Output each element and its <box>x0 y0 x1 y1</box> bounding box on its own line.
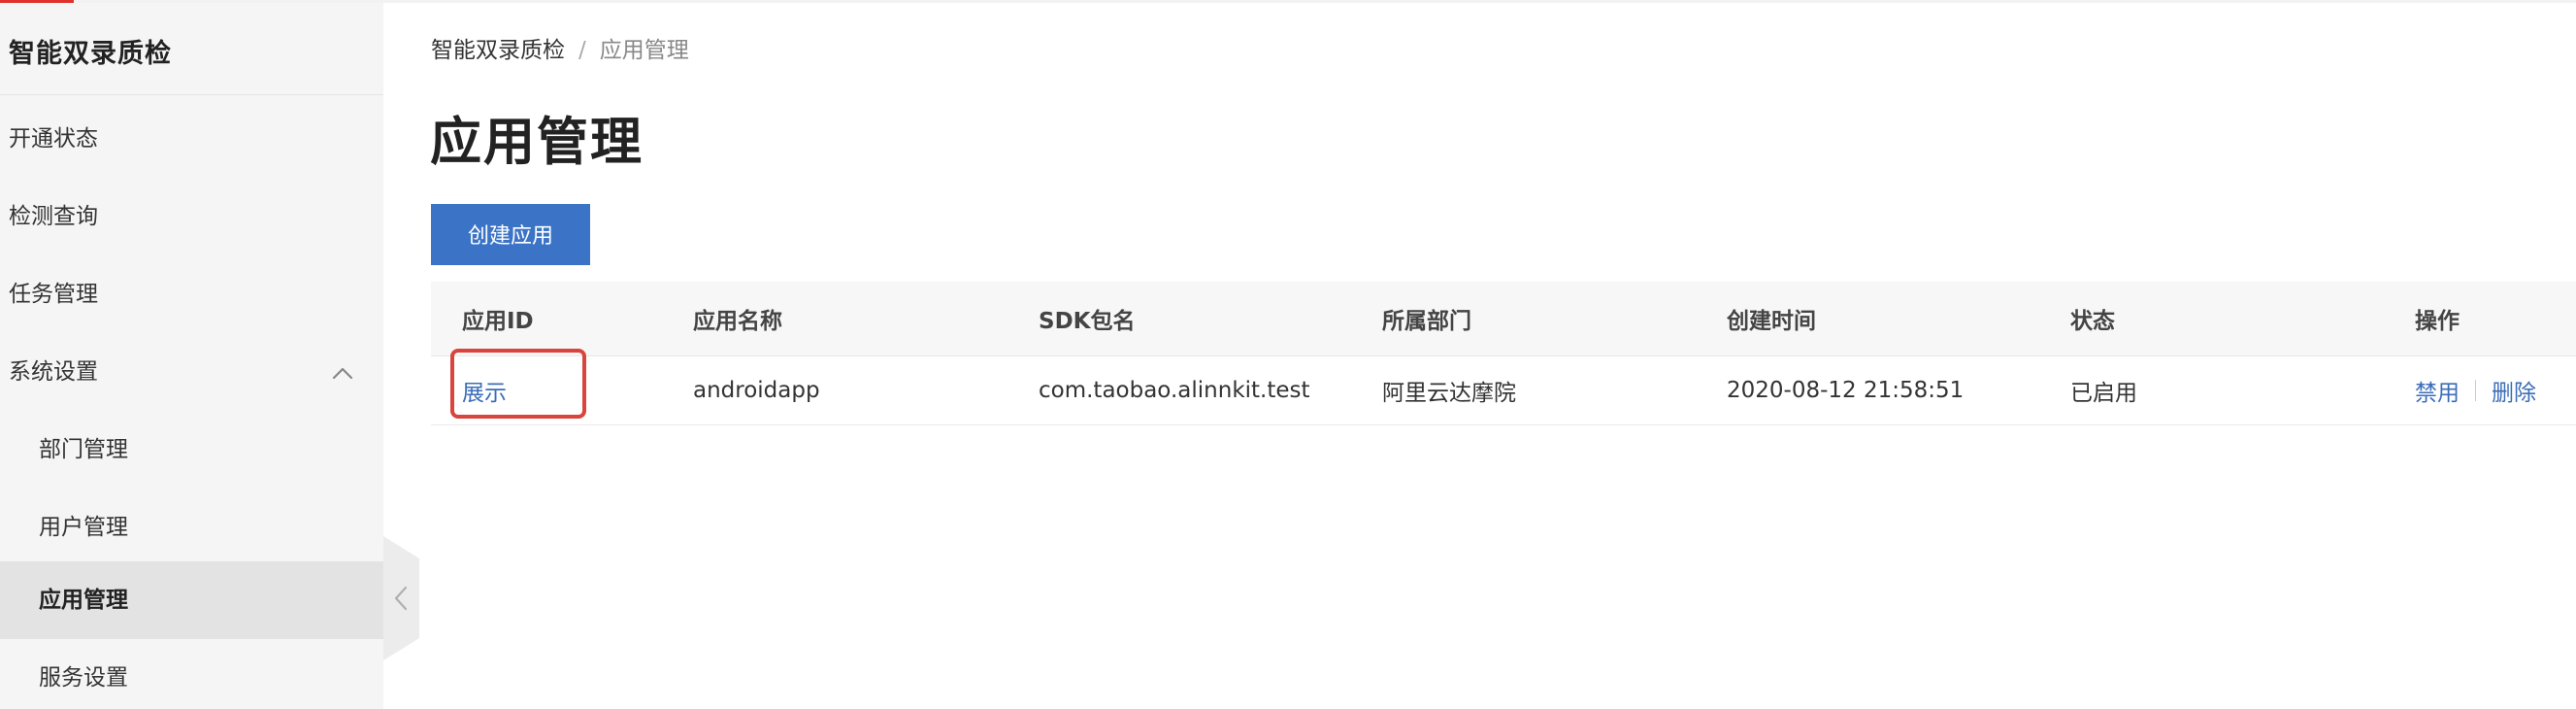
actions-cell: 禁用 删除 <box>2415 356 2536 424</box>
sidebar: 智能双录质检 开通状态 检测查询 任务管理 系统设置 部门管理 用户管理 应用管… <box>0 3 383 709</box>
sidebar-title: 智能双录质检 <box>9 39 172 69</box>
breadcrumb-root[interactable]: 智能双录质检 <box>431 38 565 63</box>
sidebar-item-label: 应用管理 <box>39 588 128 613</box>
sidebar-item-label: 系统设置 <box>9 359 98 385</box>
column-header-sdk-package: SDK包名 <box>1039 309 1136 334</box>
column-header-status: 状态 <box>2070 309 2115 334</box>
disable-link[interactable]: 禁用 <box>2415 374 2460 407</box>
sidebar-item-label: 服务设置 <box>39 665 128 691</box>
sidebar-item-department-management[interactable]: 部门管理 <box>0 411 383 489</box>
column-header-actions: 操作 <box>2415 309 2460 334</box>
chevron-left-icon <box>394 586 408 611</box>
breadcrumb-separator: / <box>578 38 586 63</box>
sidebar-item-user-management[interactable]: 用户管理 <box>0 489 383 566</box>
table-header: 应用ID 应用名称 SDK包名 所属部门 创建时间 状态 操作 <box>431 282 2576 356</box>
status-cell: 已启用 <box>2070 381 2137 406</box>
sidebar-item-label: 检测查询 <box>9 204 98 229</box>
top-divider <box>0 0 2576 3</box>
sidebar-item-system-settings[interactable]: 系统设置 <box>0 333 383 411</box>
page-title: 应用管理 <box>430 113 644 172</box>
sidebar-item-label: 用户管理 <box>39 515 128 540</box>
department-cell: 阿里云达摩院 <box>1382 381 1516 406</box>
sidebar-item-task-management[interactable]: 任务管理 <box>0 255 383 333</box>
sidebar-item-detection-query[interactable]: 检测查询 <box>0 178 383 255</box>
sidebar-item-label: 开通状态 <box>9 126 98 152</box>
create-app-button[interactable]: 创建应用 <box>431 204 590 265</box>
delete-link[interactable]: 删除 <box>2492 374 2536 407</box>
app-name-cell: androidapp <box>693 378 820 403</box>
sidebar-item-app-management[interactable]: 应用管理 <box>0 561 383 639</box>
sidebar-item-label: 任务管理 <box>9 282 98 307</box>
column-header-app-name: 应用名称 <box>693 309 782 334</box>
sidebar-item-activation-status[interactable]: 开通状态 <box>0 100 383 178</box>
created-at-cell: 2020-08-12 21:58:51 <box>1727 378 1965 403</box>
breadcrumb-current: 应用管理 <box>599 38 689 63</box>
sidebar-divider <box>0 94 383 95</box>
sdk-package-cell: com.taobao.alinnkit.test <box>1039 378 1310 403</box>
sidebar-collapse-toggle[interactable] <box>383 536 419 660</box>
column-header-app-id: 应用ID <box>462 309 534 334</box>
app-frame: 智能双录质检 开通状态 检测查询 任务管理 系统设置 部门管理 用户管理 应用管… <box>0 0 2576 709</box>
column-header-created-at: 创建时间 <box>1727 309 1816 334</box>
app-id-cell: 展示 <box>450 349 586 424</box>
app-id-link[interactable]: 展示 <box>462 374 507 407</box>
table-row: 展示 androidapp com.taobao.alinnkit.test 阿… <box>431 349 2576 425</box>
chevron-up-icon[interactable] <box>330 360 355 386</box>
sidebar-item-service-settings[interactable]: 服务设置 <box>0 639 383 709</box>
app-table: 应用ID 应用名称 SDK包名 所属部门 创建时间 状态 操作 展示 andro… <box>431 282 2576 425</box>
breadcrumb: 智能双录质检 / 应用管理 <box>431 31 689 64</box>
sidebar-item-label: 部门管理 <box>39 437 128 462</box>
action-separator <box>2475 380 2476 401</box>
column-header-department: 所属部门 <box>1382 309 1471 334</box>
